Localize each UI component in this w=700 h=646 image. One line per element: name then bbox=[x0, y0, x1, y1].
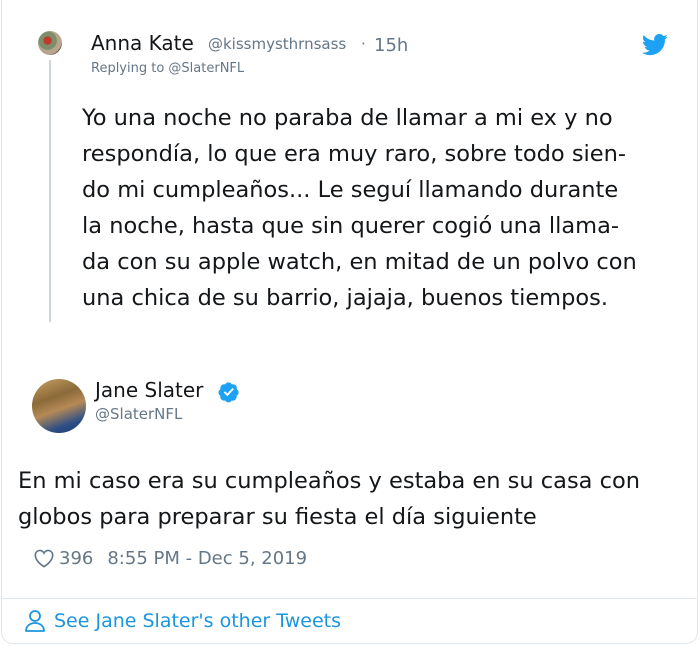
twitter-bird-icon[interactable] bbox=[642, 34, 668, 56]
see-other-tweets-link[interactable]: See Jane Slater's other Tweets bbox=[24, 606, 341, 636]
tweet-timestamp[interactable]: 8:55 PM - Dec 5, 2019 bbox=[107, 548, 307, 569]
tweet-text: En mi caso era su cumpleaños y estaba en… bbox=[18, 468, 641, 530]
main-author-name[interactable]: Jane Slater bbox=[95, 378, 203, 402]
like-count[interactable]: 396 bbox=[59, 548, 93, 569]
reply-timestamp[interactable]: 15h bbox=[374, 35, 408, 56]
verified-badge-icon bbox=[218, 382, 239, 403]
person-icon bbox=[25, 610, 45, 632]
main-avatar[interactable] bbox=[32, 379, 86, 433]
reply-separator: · bbox=[361, 35, 366, 53]
reply-text: Yo una noche no paraba de llamar a mi ex… bbox=[82, 105, 637, 311]
replying-to[interactable]: Replying to @SlaterNFL bbox=[91, 61, 244, 76]
tweet-meta: 396 8:55 PM - Dec 5, 2019 bbox=[33, 545, 307, 571]
thread-connector bbox=[49, 60, 51, 322]
reply-author-handle[interactable]: @kissmysthrnsass bbox=[208, 35, 346, 53]
heart-icon[interactable] bbox=[33, 548, 55, 568]
reply-author-name[interactable]: Anna Kate bbox=[91, 31, 194, 55]
main-author-handle[interactable]: @SlaterNFL bbox=[95, 405, 182, 423]
see-other-tweets-label[interactable]: See Jane Slater's other Tweets bbox=[54, 610, 341, 632]
reply-avatar[interactable] bbox=[38, 31, 62, 55]
footer-divider bbox=[1, 598, 698, 599]
